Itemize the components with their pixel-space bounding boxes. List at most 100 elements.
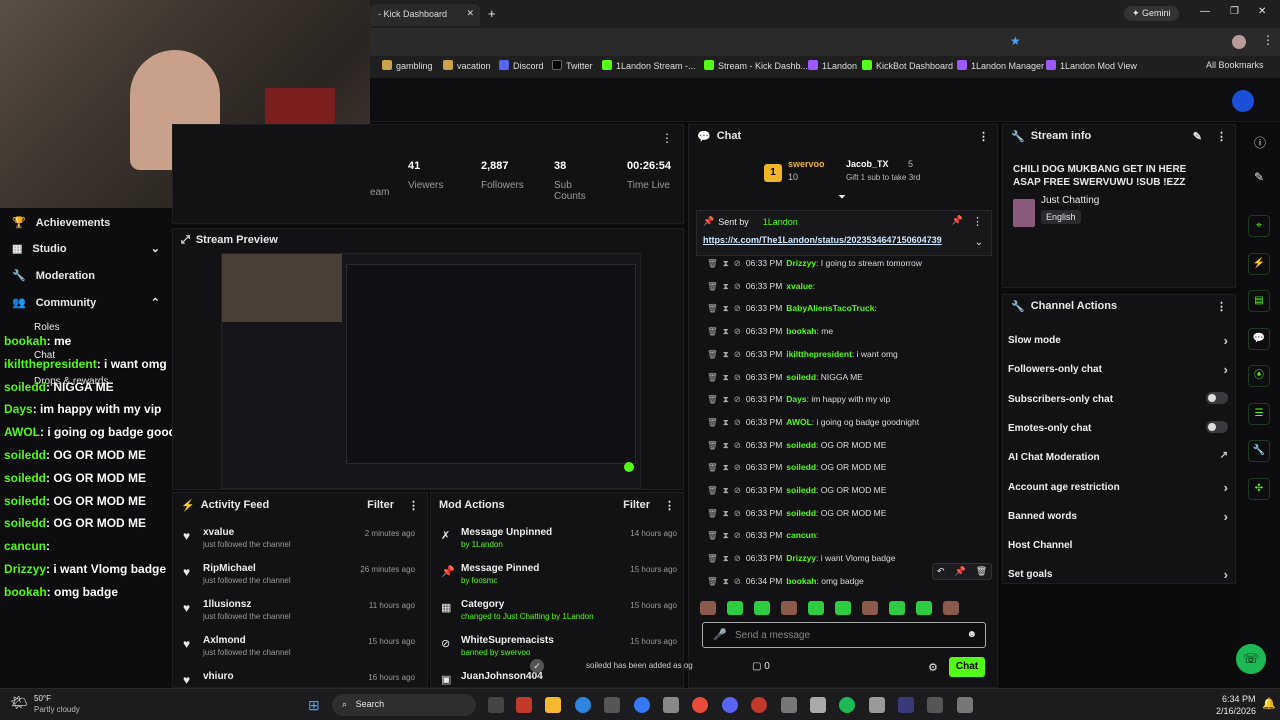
channel-action-item[interactable]: AI Chat Moderation ↗: [1008, 450, 1228, 463]
emote-icon[interactable]: [943, 601, 959, 615]
info-icon[interactable]: ⓘ: [1254, 134, 1266, 151]
chat-input-box[interactable]: 🎤 Send a message ☻: [702, 622, 986, 648]
chevron-down-icon[interactable]: ⌄: [975, 237, 983, 248]
toggle-switch[interactable]: [1206, 391, 1228, 404]
unpin-icon[interactable]: 📌: [952, 215, 963, 226]
bookmark-item[interactable]: Stream - Kick Dashb...: [704, 60, 808, 71]
help-support-icon[interactable]: ☏: [1236, 644, 1266, 674]
activity-row[interactable]: ♥ 1llusionsz just followed the channel 11 h…: [173, 599, 423, 635]
channel-action-item[interactable]: Followers-only chat ›: [1008, 362, 1228, 377]
chat-message[interactable]: 🗑 ⧗ ⊘ 06:33 PM BabyAliensTacoTruck:: [707, 303, 877, 323]
activity-row[interactable]: ♥ RipMichael just followed the channel 26 m…: [173, 563, 423, 599]
emote-icon[interactable]: [781, 601, 797, 615]
channel-action-item[interactable]: Emotes-only chat: [1008, 420, 1228, 434]
gemini-button[interactable]: ✦ Gemini: [1124, 6, 1179, 21]
profile-avatar[interactable]: [1232, 35, 1246, 49]
app-icon[interactable]: [516, 697, 532, 713]
clock-time[interactable]: 6:34 PM: [1222, 694, 1256, 704]
chat-send-button[interactable]: Chat: [949, 657, 985, 677]
settings-icon[interactable]: [663, 697, 679, 713]
channel-action-item[interactable]: Subscribers-only chat: [1008, 391, 1228, 405]
rail-btn-list-icon[interactable]: ☰: [1248, 403, 1270, 425]
channel-action-item[interactable]: Account age restriction ›: [1008, 480, 1228, 495]
notification-icon[interactable]: 🔔: [1262, 697, 1276, 710]
ban-icon[interactable]: ⊘: [734, 530, 741, 540]
chat-username[interactable]: AWOL: [786, 417, 812, 427]
bookmark-item[interactable]: vacation: [443, 60, 491, 71]
pinned-menu-icon[interactable]: ⋮: [972, 215, 983, 228]
rail-btn-chat-icon[interactable]: 💬: [1248, 328, 1270, 350]
chat-message[interactable]: 🗑 ⧗ ⊘ 06:33 PM soiledd: OG OR MOD ME: [707, 508, 886, 528]
ban-icon[interactable]: ⊘: [734, 576, 741, 586]
bookmark-item[interactable]: Twitter: [552, 60, 593, 71]
sidebar-item-achievements[interactable]: 🏆 Achievements: [12, 216, 110, 230]
chat-message[interactable]: 🗑 ⧗ ⊘ 06:33 PM soiledd: OG OR MOD ME: [707, 440, 886, 460]
timeout-icon[interactable]: ⧗: [723, 553, 729, 563]
app-icon[interactable]: [751, 697, 767, 713]
close-tab-icon[interactable]: ✕: [466, 8, 474, 19]
ban-icon[interactable]: ⊘: [734, 417, 741, 427]
delete-icon[interactable]: 🗑: [976, 566, 987, 577]
delete-icon[interactable]: 🗑: [707, 485, 718, 495]
ban-icon[interactable]: ⊘: [734, 281, 741, 291]
stream-preview-video[interactable]: [221, 253, 641, 489]
delete-icon[interactable]: 🗑: [707, 303, 718, 313]
mod-action-row[interactable]: ▦ Category changed to Just Chatting by 1La…: [431, 599, 683, 635]
chat-message[interactable]: 🗑 ⧗ ⊘ 06:33 PM soiledd: NIGGA ME: [707, 372, 863, 392]
app-icon[interactable]: [957, 697, 973, 713]
rail-btn-puzzle-icon[interactable]: ✣: [1248, 478, 1270, 500]
channel-action-item[interactable]: Slow mode ›: [1008, 333, 1228, 348]
chat-message[interactable]: 🗑 ⧗ ⊘ 06:33 PM AWOL: i going og badge goodni…: [707, 417, 919, 437]
ban-icon[interactable]: ⊘: [734, 349, 741, 359]
app-icon[interactable]: [869, 697, 885, 713]
bookmark-item[interactable]: gambling: [382, 60, 433, 71]
mod-action-row[interactable]: ▣ JuanJohnson404: [431, 671, 683, 687]
panel-menu-icon[interactable]: ⋮: [1216, 300, 1227, 313]
app-icon[interactable]: [927, 697, 943, 713]
bookmark-item[interactable]: 1Landon: [808, 60, 857, 71]
windows-start-icon[interactable]: ⊞: [308, 697, 320, 714]
second-gifter-name[interactable]: Jacob_TX: [846, 159, 889, 169]
channel-action-item[interactable]: Set goals ›: [1008, 567, 1228, 582]
taskbar-search[interactable]: ⌕ Search: [332, 694, 476, 716]
edge-icon[interactable]: [575, 697, 591, 713]
chat-message[interactable]: 🗑 ⧗ ⊘ 06:33 PM ikiltthepresident: i want omg: [707, 349, 898, 369]
ban-icon[interactable]: ⊘: [734, 303, 741, 313]
timeout-icon[interactable]: ⧗: [723, 372, 729, 382]
timeout-icon[interactable]: ⧗: [723, 303, 729, 313]
delete-icon[interactable]: 🗑: [707, 394, 718, 404]
emote-icon[interactable]: [889, 601, 905, 615]
filter-icon[interactable]: ⏷: [838, 192, 846, 203]
timeout-icon[interactable]: ⧗: [723, 530, 729, 540]
ban-icon[interactable]: ⊘: [734, 326, 741, 336]
mod-action-row[interactable]: ✗ Message Unpinned by 1Landon 14 hours ago: [431, 527, 683, 563]
ban-icon[interactable]: ⊘: [734, 440, 741, 450]
timeout-icon[interactable]: ⧗: [723, 576, 729, 586]
bookmark-star-icon[interactable]: ★: [1010, 34, 1021, 48]
toggle-switch[interactable]: [1206, 420, 1228, 433]
maximize-icon[interactable]: ❐: [1230, 6, 1239, 17]
task-view-icon[interactable]: [488, 697, 504, 713]
timeout-icon[interactable]: ⧗: [723, 349, 729, 359]
menu-icon[interactable]: ⋮: [1262, 33, 1274, 47]
chat-username[interactable]: bookah: [786, 326, 816, 336]
chat-username[interactable]: Drizzyy: [786, 553, 816, 563]
app-icon[interactable]: [634, 697, 650, 713]
activity-row[interactable]: ♥ vhiuro 16 hours ago: [173, 671, 423, 687]
panel-menu-icon[interactable]: ⋮: [664, 499, 675, 512]
ban-icon[interactable]: ⊘: [734, 485, 741, 495]
reply-icon[interactable]: ↶: [937, 566, 945, 577]
ban-icon[interactable]: ⊘: [734, 508, 741, 518]
chat-username[interactable]: BabyAliensTacoTruck: [786, 303, 874, 313]
timeout-icon[interactable]: ⧗: [723, 326, 729, 336]
chat-message[interactable]: 🗑 ⧗ ⊘ 06:33 PM bookah: me: [707, 326, 833, 346]
delete-icon[interactable]: 🗑: [707, 417, 718, 427]
pin-message-icon[interactable]: 📌: [955, 566, 966, 577]
edit-icon[interactable]: ✎: [1193, 130, 1202, 143]
ban-icon[interactable]: ⊘: [734, 462, 741, 472]
emote-icon[interactable]: [727, 601, 743, 615]
delete-icon[interactable]: 🗑: [707, 281, 718, 291]
bookmark-item[interactable]: 1Landon Manager: [957, 60, 1044, 71]
delete-icon[interactable]: 🗑: [707, 326, 718, 336]
chrome-icon[interactable]: [692, 697, 708, 713]
